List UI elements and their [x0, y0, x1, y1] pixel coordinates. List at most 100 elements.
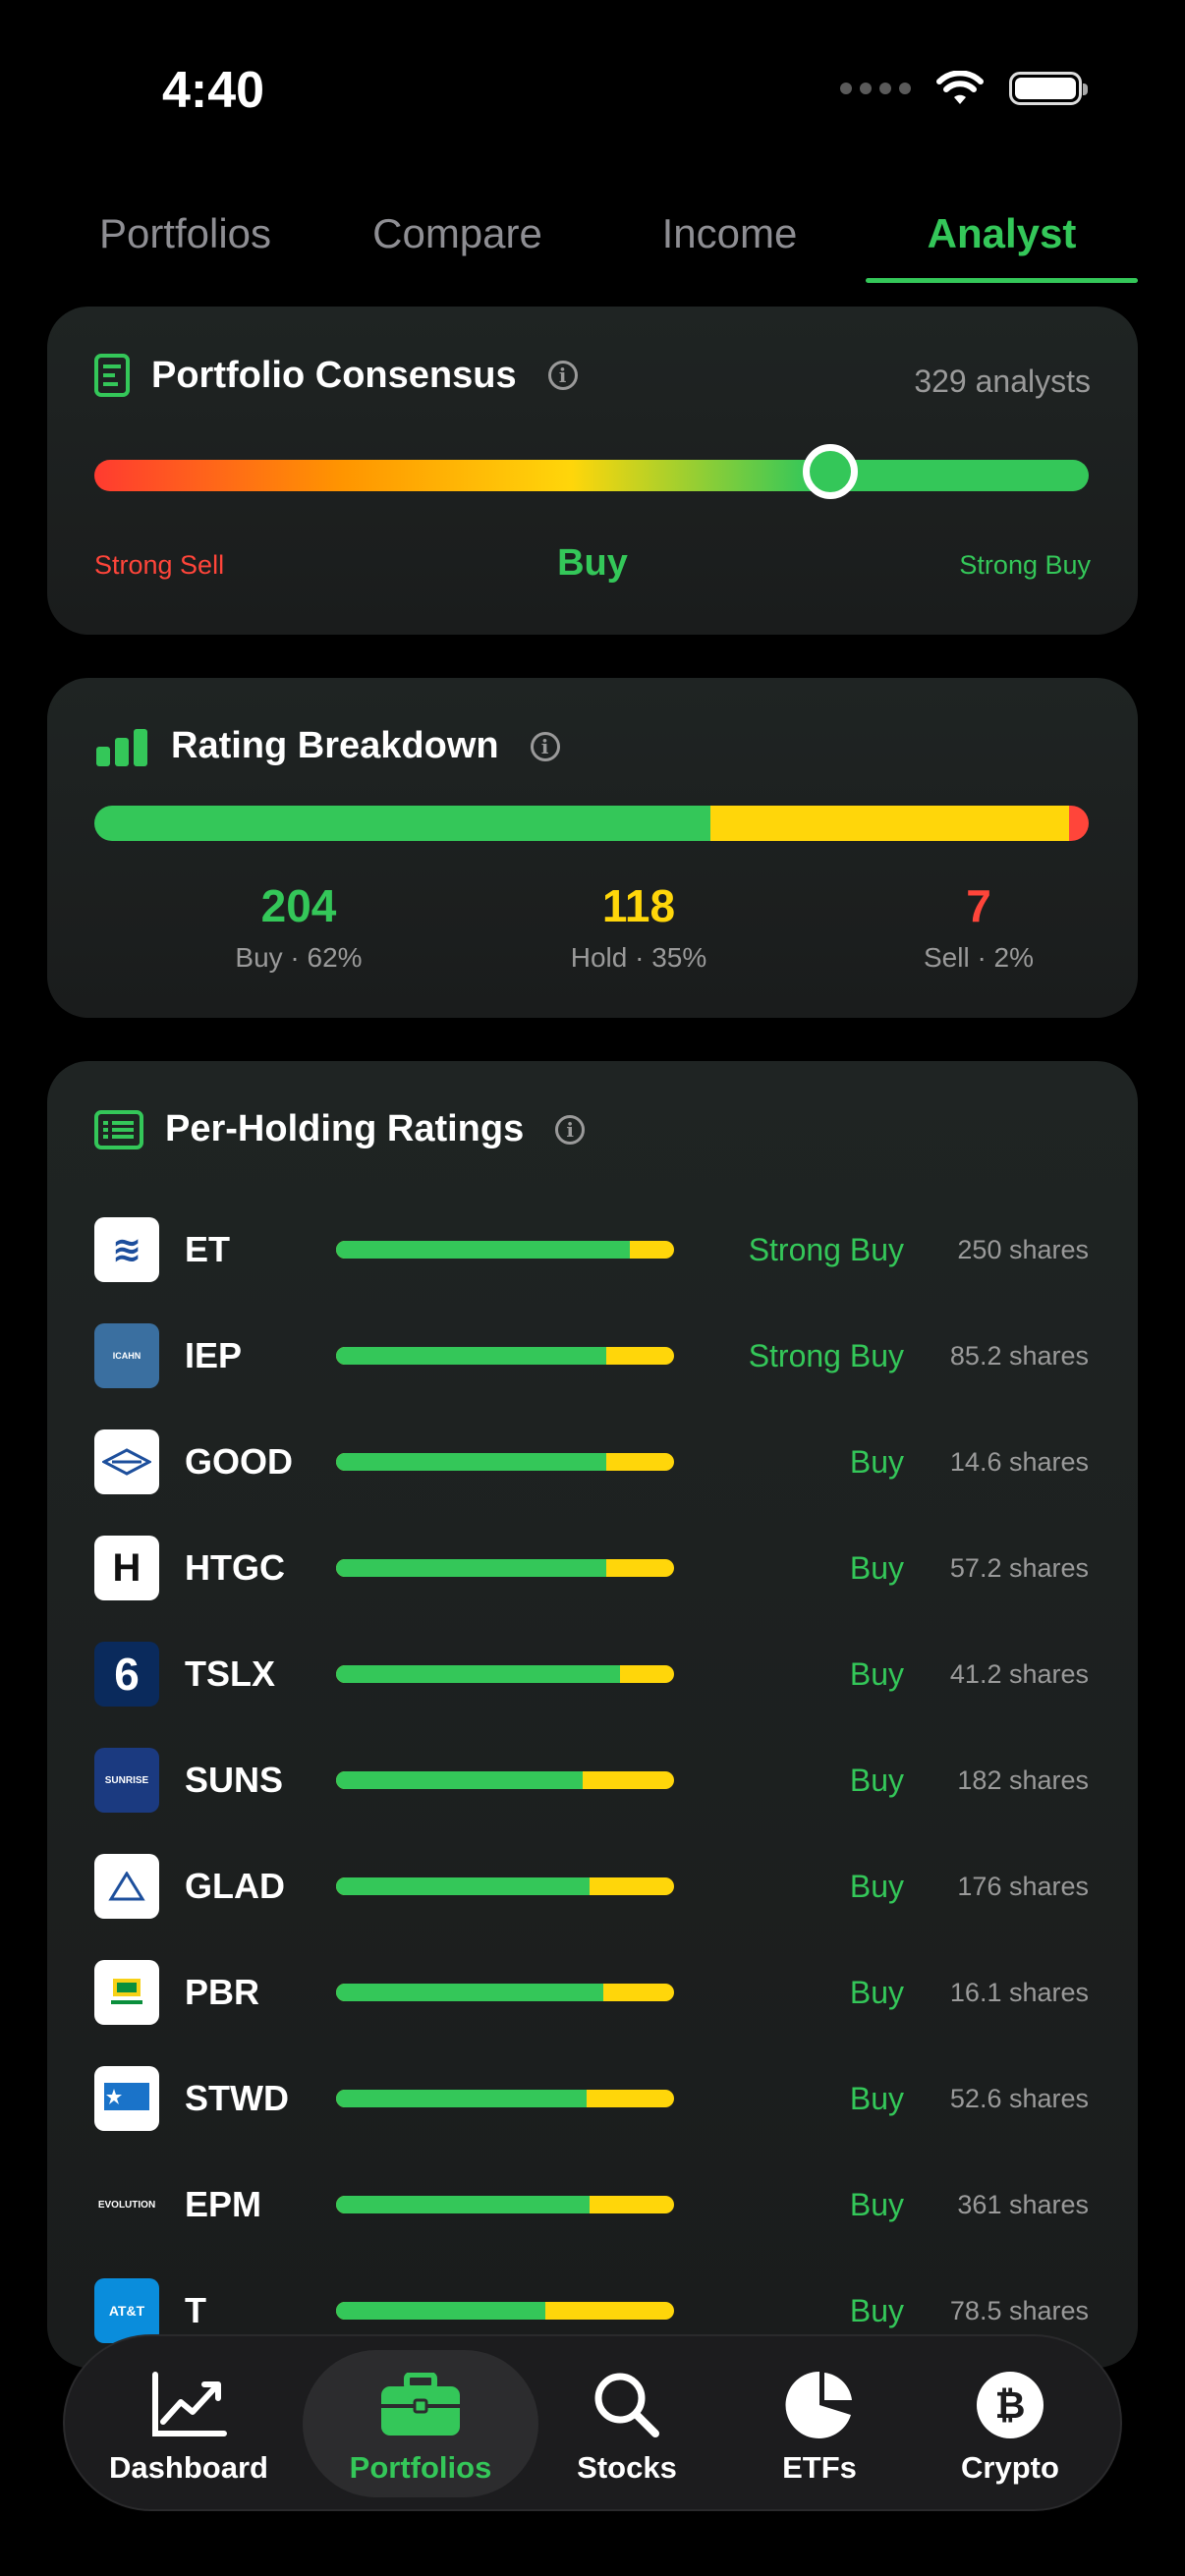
holding-rating-bar — [336, 1559, 674, 1577]
holding-row[interactable]: ≋ ET Strong Buy 250 shares — [94, 1197, 1089, 1303]
holding-rating: Buy — [849, 1549, 904, 1586]
buy-segment — [94, 806, 711, 841]
hold-stat: 118 Hold · 35% — [491, 879, 786, 974]
holding-row[interactable]: GOOD Buy 14.6 shares — [94, 1409, 1089, 1515]
holding-rating: Buy — [849, 2292, 904, 2328]
holding-ticker: TSLX — [185, 1653, 276, 1694]
stwd-logo-icon — [94, 2066, 159, 2131]
holding-ticker: ET — [185, 1229, 231, 1269]
holding-rating-bar — [336, 1347, 674, 1365]
bar-chart-icon — [96, 728, 147, 766]
tab-income[interactable]: Income — [593, 187, 866, 283]
consensus-gradient-bar — [94, 460, 1089, 491]
hold-segment — [710, 806, 1069, 841]
holding-row[interactable]: PBR Buy 16.1 shares — [94, 1939, 1089, 2045]
bitcoin-icon: ₿ — [902, 2366, 1118, 2444]
tslx-logo-icon: 6 — [94, 1642, 159, 1707]
holding-row[interactable]: EVOLUTION EPM Buy 361 shares — [94, 2152, 1089, 2258]
pie-chart-icon — [711, 2366, 928, 2444]
holding-ticker: IEP — [185, 1335, 243, 1375]
svg-text:₿: ₿ — [995, 2383, 1026, 2427]
buy-count: 204 — [260, 880, 337, 931]
holding-row[interactable]: GLAD Buy 176 shares — [94, 1833, 1089, 1939]
holding-ticker: HTGC — [185, 1547, 285, 1588]
nav-crypto[interactable]: ₿ Crypto — [902, 2350, 1118, 2497]
holding-shares: 41.2 shares — [949, 1658, 1089, 1689]
holding-rating: Buy — [849, 1655, 904, 1692]
holding-shares: 85.2 shares — [949, 1340, 1089, 1371]
nav-dashboard[interactable]: Dashboard — [81, 2350, 297, 2497]
holding-rating: Buy — [849, 2080, 904, 2116]
nav-label: Stocks — [577, 2450, 677, 2485]
buy-fill — [336, 1665, 620, 1683]
holding-rating-bar — [336, 1771, 674, 1789]
search-icon — [519, 2366, 735, 2444]
bottom-nav: Dashboard Portfolios Stocks ETFs ₿ Crypt… — [63, 2334, 1122, 2511]
consensus-header: Portfolio Consensus i — [94, 354, 578, 397]
holding-rating-bar — [336, 2302, 674, 2320]
holding-row[interactable]: ICAHN IEP Strong Buy 85.2 shares — [94, 1303, 1089, 1409]
holding-row[interactable]: SUNRISE SUNS Buy 182 shares — [94, 1727, 1089, 1833]
nav-etfs[interactable]: ETFs — [711, 2350, 928, 2497]
holding-ticker: STWD — [185, 2078, 289, 2118]
consensus-indicator — [802, 444, 858, 499]
buy-fill — [336, 1347, 607, 1365]
suns-logo-icon: SUNRISE — [94, 1748, 159, 1813]
holding-rating: Buy — [849, 1762, 904, 1798]
htgc-logo-icon: H — [94, 1536, 159, 1600]
holding-row[interactable]: 6 TSLX Buy 41.2 shares — [94, 1621, 1089, 1727]
sell-segment — [1068, 806, 1089, 841]
iep-logo-icon: ICAHN — [94, 1323, 159, 1388]
holding-row[interactable]: STWD Buy 52.6 shares — [94, 2045, 1089, 2152]
list-icon — [94, 1109, 143, 1149]
tab-compare[interactable]: Compare — [321, 187, 593, 283]
holding-rating-bar — [336, 1877, 674, 1895]
info-icon[interactable]: i — [555, 1114, 586, 1145]
holding-ticker: PBR — [185, 1972, 260, 2012]
nav-label: Crypto — [961, 2450, 1059, 2485]
nav-portfolios[interactable]: Portfolios — [303, 2350, 538, 2497]
holding-shares: 14.6 shares — [949, 1446, 1089, 1477]
cellular-signal-icon — [840, 83, 911, 94]
holding-row[interactable]: H HTGC Buy 57.2 shares — [94, 1515, 1089, 1621]
holding-ticker: SUNS — [185, 1760, 284, 1800]
tab-analyst[interactable]: Analyst — [866, 187, 1138, 283]
per-holding-ratings-card: Per-Holding Ratings i ≋ ET Strong Buy 25… — [47, 1061, 1138, 2368]
strong-buy-label: Strong Buy — [959, 550, 1091, 580]
holdings-title: Per-Holding Ratings — [165, 1108, 525, 1149]
holding-rating: Buy — [849, 1868, 904, 1904]
sell-label: Sell · 2% — [923, 942, 1035, 973]
consensus-title: Portfolio Consensus — [151, 354, 517, 396]
breakdown-header: Rating Breakdown i — [94, 725, 560, 767]
status-icons — [840, 71, 1088, 106]
holding-rating-bar — [336, 1453, 674, 1471]
buy-stat: 204 Buy · 62% — [151, 879, 446, 974]
holding-shares: 78.5 shares — [949, 2295, 1089, 2325]
nav-stocks[interactable]: Stocks — [519, 2350, 735, 2497]
status-time: 4:40 — [162, 62, 265, 119]
battery-icon — [1009, 72, 1088, 105]
sell-count: 7 — [966, 880, 991, 931]
buy-fill — [336, 2302, 546, 2320]
holding-rating: Buy — [849, 1443, 904, 1480]
holding-rating-bar — [336, 1665, 674, 1683]
sell-stat: 7 Sell · 2% — [831, 879, 1126, 974]
tab-portfolios[interactable]: Portfolios — [49, 187, 321, 283]
buy-label: Buy · 62% — [235, 942, 363, 973]
buy-fill — [336, 2196, 590, 2213]
holding-shares: 52.6 shares — [949, 2083, 1089, 2113]
holdings-header: Per-Holding Ratings i — [94, 1108, 586, 1150]
holding-ticker: GOOD — [185, 1441, 294, 1482]
hold-count: 118 — [601, 880, 676, 931]
info-icon[interactable]: i — [547, 361, 578, 390]
holding-rating: Strong Buy — [748, 1337, 904, 1373]
wifi-icon — [936, 71, 984, 104]
document-icon — [94, 354, 130, 397]
epm-logo-icon: EVOLUTION — [97, 2199, 156, 2211]
chart-line-icon — [81, 2366, 297, 2444]
holding-ticker: GLAD — [185, 1866, 285, 1906]
buy-fill — [336, 1771, 584, 1789]
holding-shares: 361 shares — [957, 2189, 1089, 2219]
holding-rating-bar — [336, 1241, 674, 1259]
info-icon[interactable]: i — [530, 731, 560, 761]
